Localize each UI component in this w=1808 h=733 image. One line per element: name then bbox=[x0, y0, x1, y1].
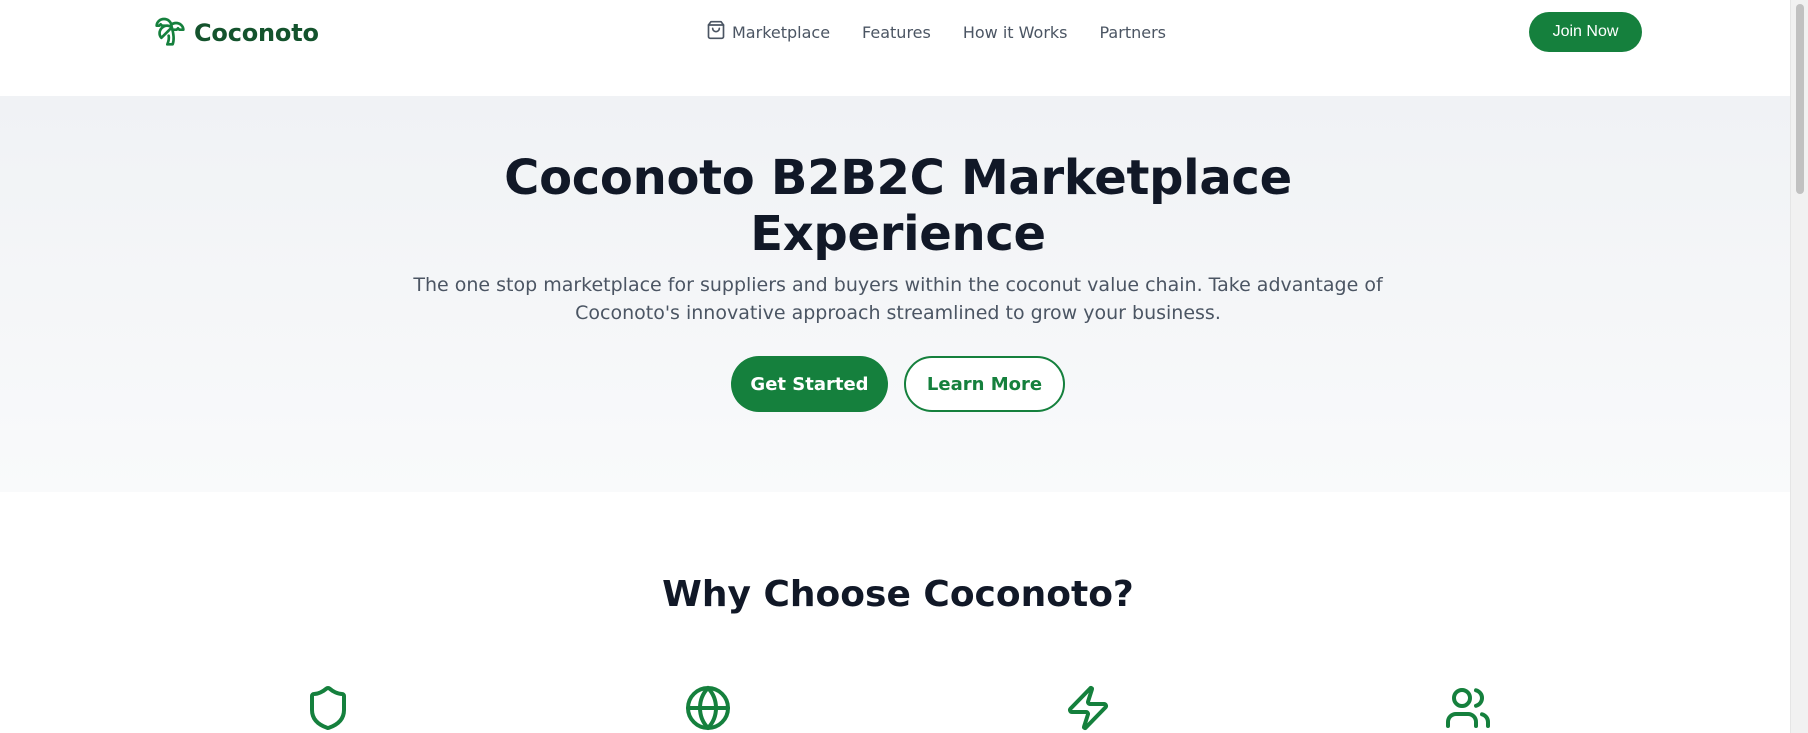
scrollbar-thumb[interactable] bbox=[1796, 4, 1804, 194]
hero-title-line-1: Coconoto B2B2C Marketplace bbox=[504, 150, 1292, 206]
features-title: Why Choose Coconoto? bbox=[662, 574, 1134, 615]
navbar: Coconoto Marketplace Features How it Wor… bbox=[0, 0, 1790, 64]
hero-subtitle-line-2: Coconoto's innovative approach streamlin… bbox=[575, 302, 1221, 324]
globe-icon bbox=[684, 684, 732, 732]
hero-section: Coconoto B2B2C Marketplace Experience Th… bbox=[0, 96, 1790, 492]
nav-features[interactable]: Features bbox=[862, 23, 931, 42]
nav-partners[interactable]: Partners bbox=[1100, 23, 1166, 42]
join-now-button[interactable]: Join Now bbox=[1529, 12, 1642, 52]
lightning-icon bbox=[1064, 684, 1112, 732]
users-icon bbox=[1444, 684, 1492, 732]
brand-name: Coconoto bbox=[194, 19, 319, 47]
get-started-button[interactable]: Get Started bbox=[731, 356, 888, 412]
shield-icon bbox=[304, 684, 352, 732]
hero-subtitle: The one stop marketplace for suppliers a… bbox=[0, 271, 1796, 327]
learn-more-button[interactable]: Learn More bbox=[904, 356, 1065, 412]
shopping-bag-icon bbox=[706, 20, 726, 44]
brand-logo[interactable]: Coconoto bbox=[154, 17, 319, 49]
hero-title: Coconoto B2B2C Marketplace Experience bbox=[0, 150, 1796, 262]
nav-marketplace[interactable]: Marketplace bbox=[706, 20, 830, 44]
palm-tree-icon bbox=[154, 15, 186, 51]
page: Coconoto Marketplace Features How it Wor… bbox=[0, 0, 1808, 733]
nav-marketplace-label: Marketplace bbox=[732, 22, 831, 42]
nav-how-it-works[interactable]: How it Works bbox=[963, 23, 1068, 42]
page-scrollbar[interactable] bbox=[1790, 0, 1808, 733]
hero-title-line-2: Experience bbox=[750, 206, 1046, 262]
hero-actions: Get Started Learn More bbox=[731, 356, 1065, 412]
hero-subtitle-line-1: The one stop marketplace for suppliers a… bbox=[413, 274, 1383, 296]
main-nav: Marketplace Features How it Works Partne… bbox=[706, 20, 1166, 44]
